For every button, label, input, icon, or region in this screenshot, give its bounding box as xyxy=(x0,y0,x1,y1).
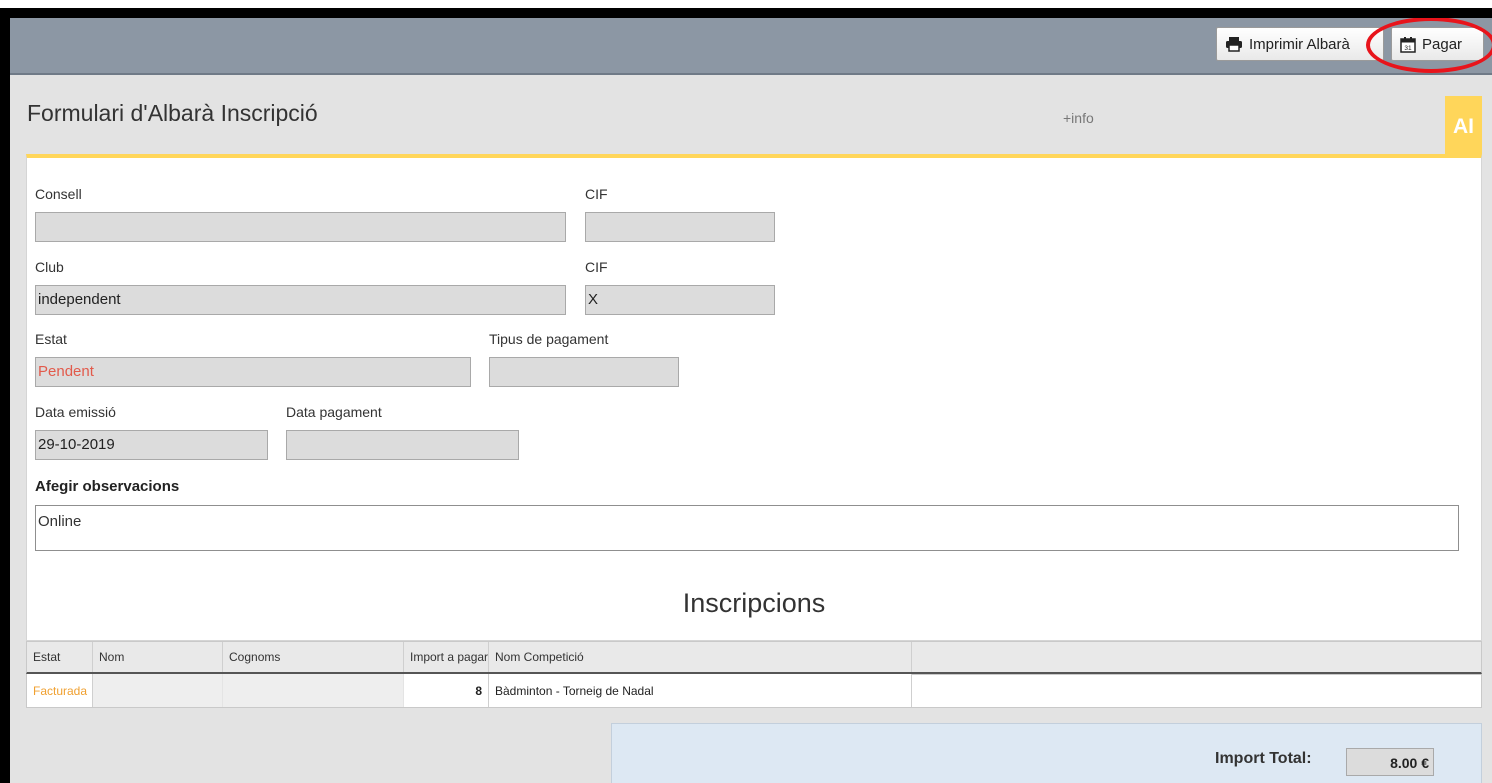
observacions-label: Afegir observacions xyxy=(35,478,180,495)
column-header-empty xyxy=(912,642,1481,672)
info-link[interactable]: +info xyxy=(1063,110,1094,126)
window-frame: Imprimir Albarà 31 Pagar Formulari d'Alb… xyxy=(0,8,1492,783)
row-competicio-cell: Bàdminton - Torneig de Nadal xyxy=(489,674,912,707)
top-toolbar: Imprimir Albarà 31 Pagar xyxy=(10,18,1492,75)
column-header-import[interactable]: Import a pagar xyxy=(404,642,489,672)
column-header-nom[interactable]: Nom xyxy=(93,642,223,672)
pay-button[interactable]: 31 Pagar xyxy=(1391,27,1484,61)
tipus-pagament-label: Tipus de pagament xyxy=(489,331,609,347)
print-albara-label: Imprimir Albarà xyxy=(1249,35,1350,53)
print-albara-button[interactable]: Imprimir Albarà xyxy=(1216,27,1384,61)
club-field[interactable]: independent xyxy=(35,285,566,315)
inscripcions-table: Estat Nom Cognoms Import a pagar Nom Com… xyxy=(26,641,1482,708)
row-estat-cell: Facturada xyxy=(27,674,93,707)
column-header-competicio[interactable]: Nom Competició xyxy=(489,642,912,672)
column-header-estat[interactable]: Estat xyxy=(27,642,93,672)
total-value: 8.00 € xyxy=(1346,748,1434,776)
observacions-textarea[interactable]: Online xyxy=(35,505,1459,551)
pay-label: Pagar xyxy=(1422,35,1463,53)
total-panel: Import Total: 8.00 € xyxy=(611,723,1482,783)
data-pagament-label: Data pagament xyxy=(286,404,382,420)
total-label: Import Total: xyxy=(1215,750,1312,767)
inscripcions-panel: Inscripcions xyxy=(26,566,1482,641)
consell-label: Consell xyxy=(35,186,82,202)
estat-label: Estat xyxy=(35,331,67,347)
data-emissio-field[interactable]: 29-10-2019 xyxy=(35,430,268,460)
row-import-cell: 8 xyxy=(404,674,489,707)
tipus-pagament-field[interactable] xyxy=(489,357,679,387)
cif-club-field[interactable]: X xyxy=(585,285,775,315)
page-content: Imprimir Albarà 31 Pagar Formulari d'Alb… xyxy=(10,18,1492,783)
row-nom-cell xyxy=(93,674,223,707)
data-pagament-field[interactable] xyxy=(286,430,519,460)
row-empty-cell xyxy=(912,674,1481,707)
calendar-icon: 31 xyxy=(1400,36,1416,53)
cif-club-label: CIF xyxy=(585,259,608,275)
column-header-cognoms[interactable]: Cognoms xyxy=(223,642,404,672)
row-cognoms-cell xyxy=(223,674,404,707)
inscripcions-title: Inscripcions xyxy=(682,588,826,618)
cif-consell-label: CIF xyxy=(585,186,608,202)
table-row[interactable]: Facturada 8 Bàdminton - Torneig de Nadal xyxy=(26,674,1482,708)
estat-field[interactable]: Pendent xyxy=(35,357,471,387)
page-title: Formulari d'Albarà Inscripció xyxy=(27,100,318,126)
data-emissio-label: Data emissió xyxy=(35,404,116,420)
ai-badge: AI xyxy=(1445,96,1482,157)
consell-field[interactable] xyxy=(35,212,566,242)
cif-consell-field[interactable] xyxy=(585,212,775,242)
printer-icon xyxy=(1226,37,1242,52)
svg-text:31: 31 xyxy=(1404,45,1412,52)
table-header: Estat Nom Cognoms Import a pagar Nom Com… xyxy=(26,641,1482,674)
albara-form-panel: Consell CIF Club independent CIF X Estat… xyxy=(26,154,1482,566)
club-label: Club xyxy=(35,259,64,275)
